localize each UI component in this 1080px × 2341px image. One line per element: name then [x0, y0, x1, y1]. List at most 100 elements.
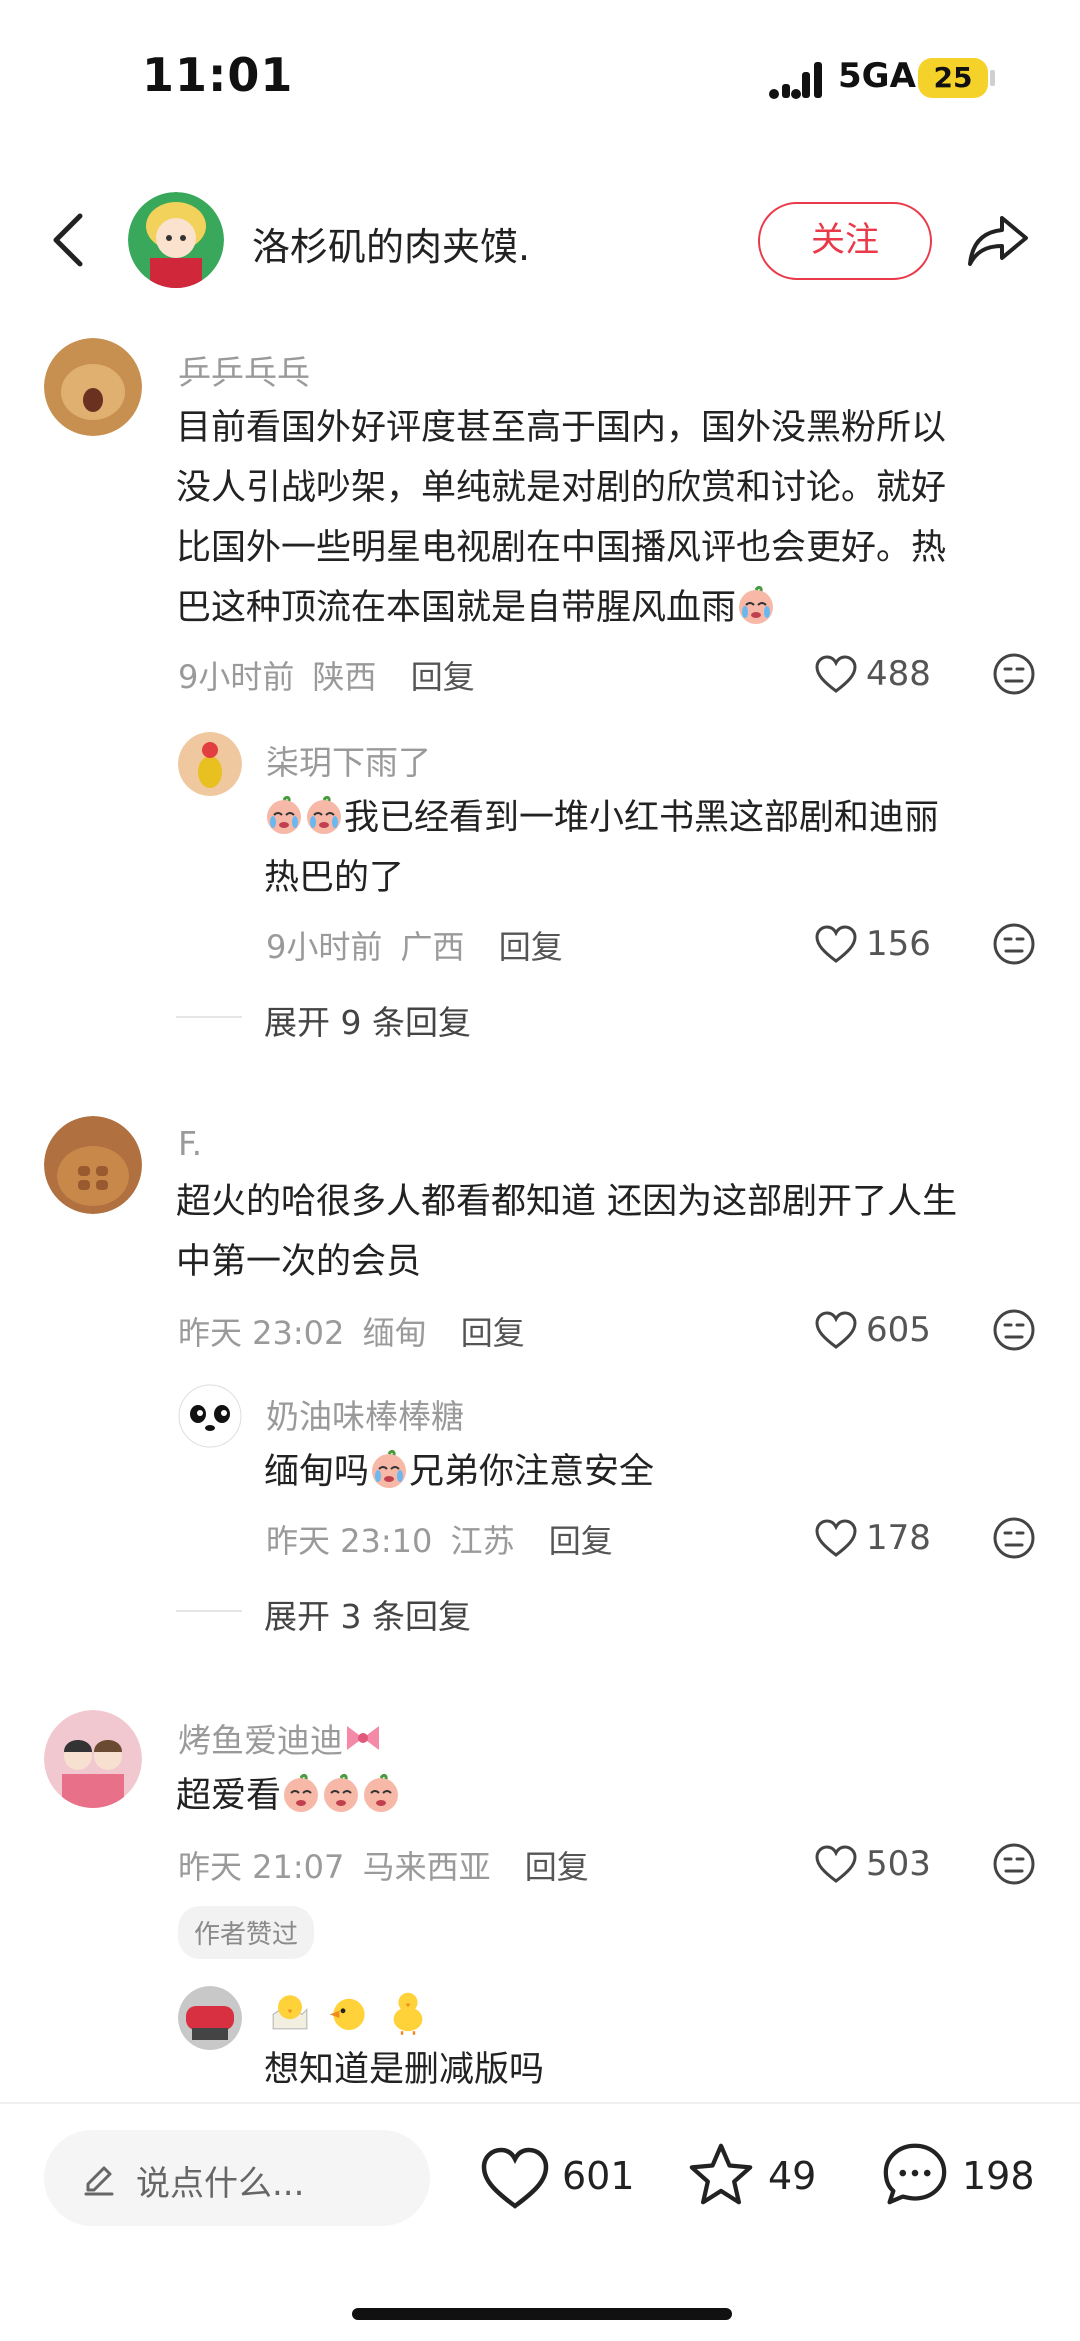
- back-icon[interactable]: [48, 210, 88, 270]
- like-count: 156: [866, 924, 931, 964]
- reply-avatar[interactable]: [178, 1986, 242, 2050]
- reply-username[interactable]: 柒玥下雨了: [266, 736, 431, 784]
- reply-text: 缅甸吗 兄弟你注意安全: [264, 1442, 1044, 1502]
- star-icon[interactable]: [686, 2142, 756, 2206]
- commenter-avatar[interactable]: [44, 1116, 142, 1214]
- reply-text-line: 我已经看到一堆小红书黑这部剧和迪丽: [344, 798, 940, 838]
- reply-text: 我已经看到一堆小红书黑这部剧和迪丽 热巴的了: [264, 788, 1044, 908]
- comment-text-line: 比国外一些明星电视剧在中国播风评也会更好。热: [176, 528, 947, 568]
- reply-button[interactable]: 回复: [525, 1848, 589, 1886]
- crying-emoji: [284, 1774, 319, 1812]
- comment-bubble-icon[interactable]: [880, 2142, 950, 2206]
- heart-icon[interactable]: [814, 654, 858, 694]
- crying-emoji: [372, 1450, 407, 1488]
- chick-emoji: [272, 1995, 308, 2030]
- expand-replies-button[interactable]: 展开 9 条回复: [264, 996, 471, 1044]
- comment-text-line: 超火的哈很多人都看都知道 还因为这部剧开了人生: [176, 1182, 958, 1222]
- home-indicator[interactable]: [352, 2308, 732, 2320]
- reply-location: 广西: [400, 928, 465, 966]
- heart-icon[interactable]: [814, 924, 858, 964]
- comment-time: 昨天 23:02: [178, 1314, 345, 1352]
- commenter-avatar[interactable]: [44, 338, 142, 436]
- emoji-face-icon[interactable]: [992, 652, 1036, 696]
- comment-username-text[interactable]: 烤鱼爱迪迪: [178, 1721, 343, 1760]
- heart-icon[interactable]: [480, 2146, 550, 2210]
- comment-meta: 昨天 21:07 马来西亚 回复: [178, 1842, 589, 1888]
- emoji-face-icon[interactable]: [992, 922, 1036, 966]
- emoji-face-icon[interactable]: [992, 1842, 1036, 1886]
- comment-text-line: 中第一次的会员: [176, 1242, 422, 1282]
- comment-text-line: 巴这种顶流在本国就是自带腥风血雨: [176, 578, 1056, 638]
- crying-emoji: [364, 1774, 399, 1812]
- crying-emoji: [739, 586, 774, 624]
- comment-time: 昨天 21:07: [178, 1848, 345, 1886]
- comment-meta: 昨天 23:02 缅甸 回复: [178, 1308, 525, 1354]
- pencil-icon: [84, 2166, 114, 2196]
- follow-button[interactable]: 关注: [758, 202, 932, 280]
- comment-text-part: 超爱看: [176, 1776, 282, 1816]
- comment-location: 马来西亚: [362, 1848, 491, 1886]
- network-type: 5GA: [838, 56, 916, 96]
- emoji-face-icon[interactable]: [992, 1308, 1036, 1352]
- heart-icon[interactable]: [814, 1844, 858, 1884]
- commenter-avatar[interactable]: [44, 1710, 142, 1808]
- reply-meta: 昨天 23:10 江苏 回复: [266, 1516, 613, 1562]
- heart-icon[interactable]: [814, 1310, 858, 1350]
- like-count: 503: [866, 1844, 931, 1884]
- reply-username[interactable]: 奶油味棒棒糖: [266, 1390, 464, 1438]
- reply-location: 江苏: [450, 1522, 515, 1560]
- crying-emoji: [324, 1774, 359, 1812]
- share-icon[interactable]: [966, 210, 1030, 270]
- bow-emoji: [347, 1726, 379, 1750]
- comment-username[interactable]: F.: [178, 1124, 202, 1163]
- author-liked-badge: 作者赞过: [178, 1906, 315, 1959]
- comment-location: 陕西: [312, 658, 377, 696]
- post-like-count: 601: [562, 2154, 635, 2198]
- comment-input-placeholder[interactable]: 说点什么...: [136, 2156, 304, 2205]
- battery-level: 25: [918, 58, 988, 98]
- reply-text-part: 缅甸吗: [264, 1452, 370, 1492]
- reply-button[interactable]: 回复: [461, 1314, 525, 1352]
- expand-divider: [176, 1610, 242, 1612]
- expand-replies-button[interactable]: 展开 3 条回复: [264, 1590, 471, 1638]
- like-count: 488: [866, 654, 931, 694]
- comment-text: 超爱看: [176, 1766, 401, 1826]
- reply-text-part: 兄弟你注意安全: [409, 1452, 655, 1492]
- post-comment-count: 198: [962, 2154, 1035, 2198]
- comment-text-line: 目前看国外好评度甚至高于国内，国外没黑粉所以: [176, 408, 947, 448]
- emoji-face-icon[interactable]: [992, 1516, 1036, 1560]
- comment-text-line: 没人引战吵架，单纯就是对剧的欣赏和讨论。就好: [176, 468, 947, 508]
- heart-icon[interactable]: [814, 1518, 858, 1558]
- crying-emoji: [307, 796, 341, 834]
- bottom-divider: [0, 2102, 1080, 2104]
- reply-text-line: 我已经看到一堆小红书黑这部剧和迪丽: [264, 788, 1044, 848]
- battery-tip: [990, 70, 995, 86]
- comment-time: 9小时前: [178, 658, 295, 696]
- reply-button[interactable]: 回复: [499, 928, 563, 966]
- author-avatar[interactable]: [128, 192, 224, 288]
- reply-button[interactable]: 回复: [549, 1522, 613, 1560]
- reply-text-line: 热巴的了: [264, 858, 405, 898]
- reply-emoji-row: [266, 1988, 432, 2036]
- reply-time: 昨天 23:10: [266, 1522, 433, 1560]
- comment-text: 超火的哈很多人都看都知道 还因为这部剧开了人生 中第一次的会员: [176, 1172, 1056, 1292]
- chick-emoji: [393, 1992, 423, 2035]
- crying-emoji: [267, 796, 301, 834]
- signal-icon: [769, 62, 822, 99]
- author-name[interactable]: 洛杉矶的肉夹馍.: [252, 216, 530, 271]
- reply-avatar[interactable]: [178, 1384, 242, 1448]
- comment-text-line: 巴这种顶流在本国就是自带腥风血雨: [176, 588, 737, 628]
- status-time: 11:01: [142, 48, 294, 102]
- reply-button[interactable]: 回复: [411, 658, 475, 696]
- expand-divider: [176, 1016, 242, 1018]
- post-star-count: 49: [768, 2154, 817, 2198]
- chick-emoji: [329, 1998, 365, 2030]
- reply-avatar[interactable]: [178, 732, 242, 796]
- like-count: 605: [866, 1310, 931, 1350]
- comment-location: 缅甸: [362, 1314, 427, 1352]
- reply-time: 9小时前: [266, 928, 383, 966]
- comment-text: 目前看国外好评度甚至高于国内，国外没黑粉所以 没人引战吵架，单纯就是对剧的欣赏和…: [176, 398, 1056, 638]
- comment-meta: 9小时前 陕西 回复: [178, 652, 475, 698]
- like-count: 178: [866, 1518, 931, 1558]
- comment-username[interactable]: 乒乒乓乓: [178, 346, 310, 394]
